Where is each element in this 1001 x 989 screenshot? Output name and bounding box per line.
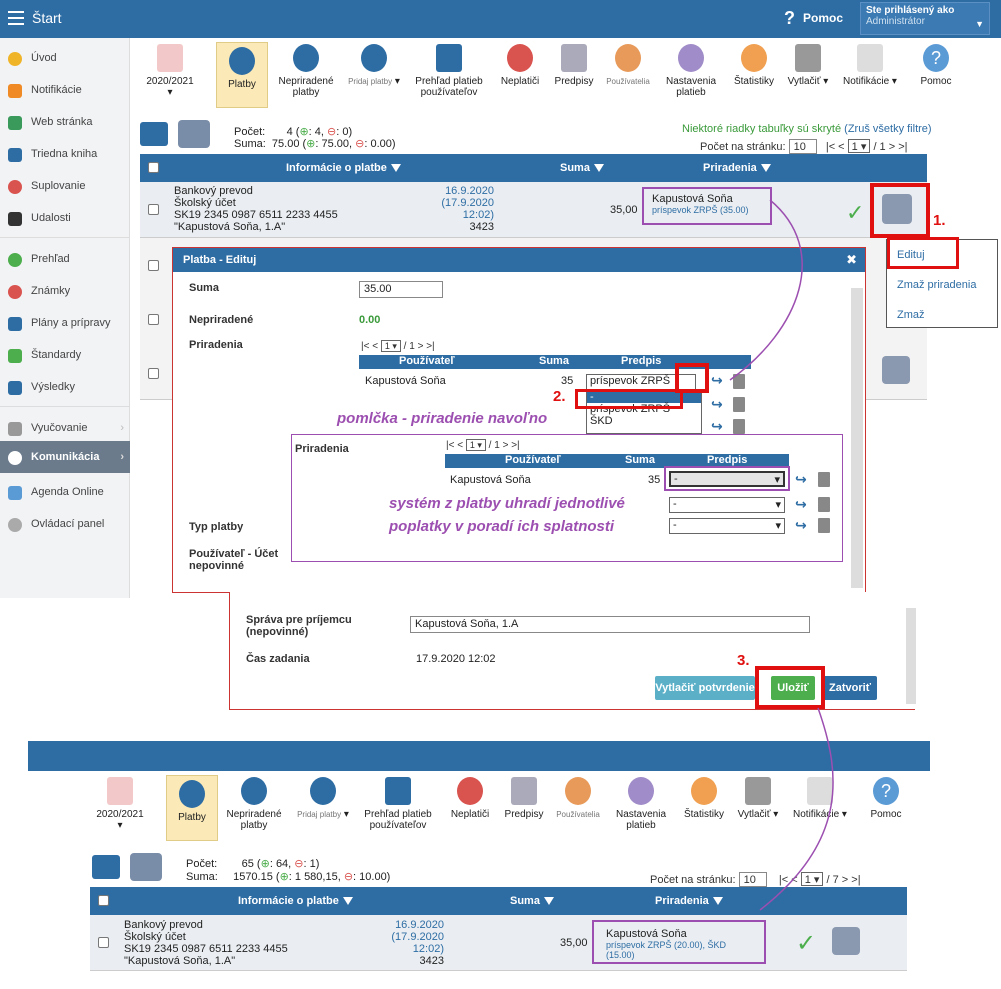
annotation-connectors <box>729 199 834 911</box>
connector-line <box>729 199 803 381</box>
connector-line <box>759 707 834 911</box>
